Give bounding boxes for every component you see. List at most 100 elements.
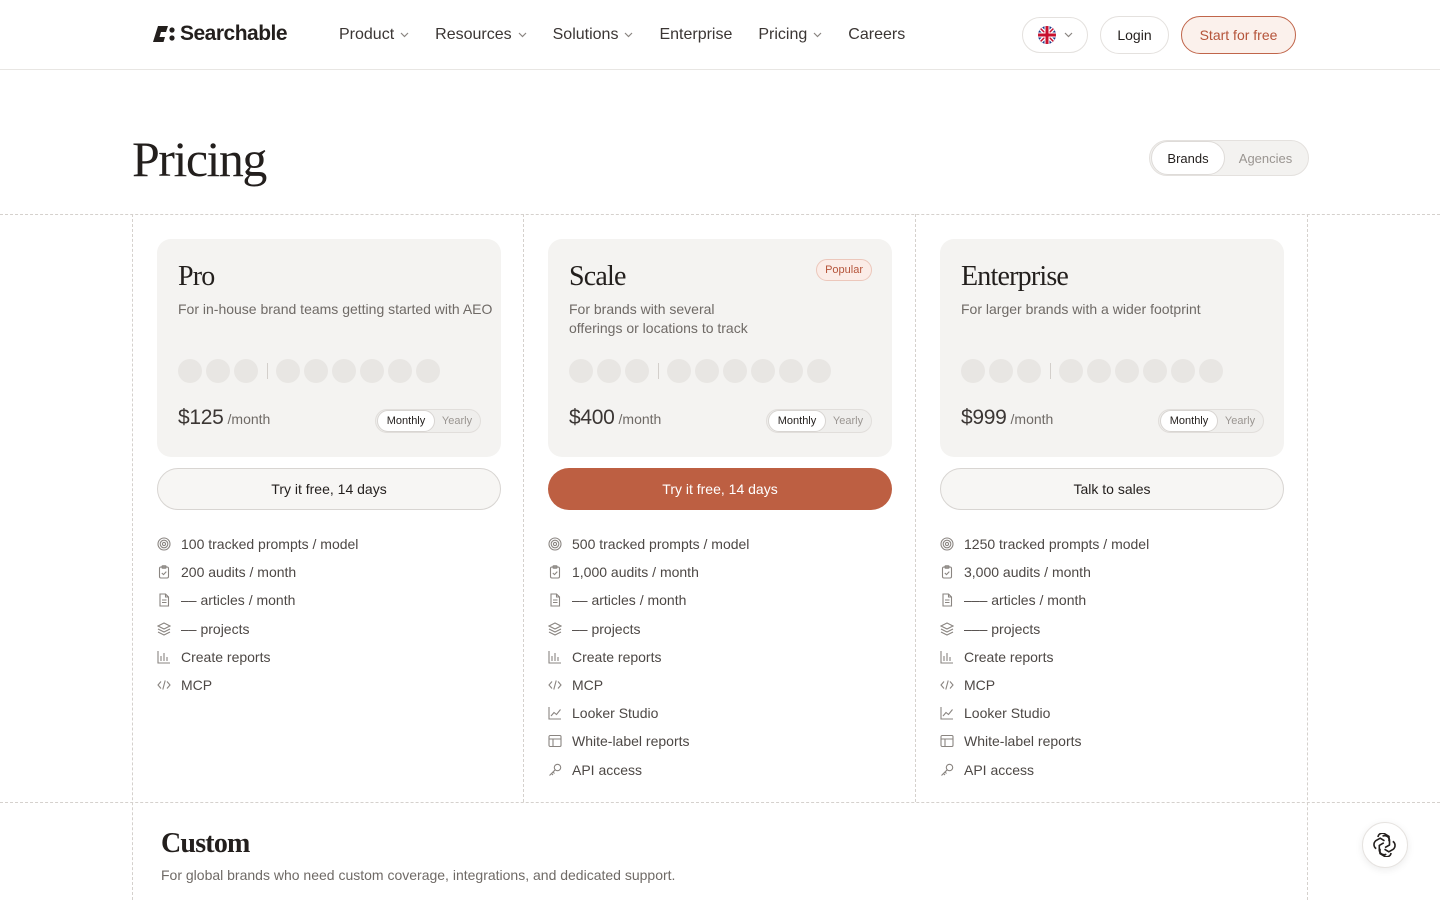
- feature-list: 500 tracked prompts / model 1,000 audits…: [548, 530, 749, 784]
- model-icon: [667, 359, 691, 383]
- plan-scale: Scale For brands with several offerings …: [548, 239, 892, 778]
- model-icon: [332, 359, 356, 383]
- try-free-button[interactable]: Try it free, 14 days: [157, 468, 501, 510]
- billing-monthly[interactable]: Monthly: [377, 410, 435, 432]
- model-icon: [597, 359, 621, 383]
- start-for-free-button[interactable]: Start for free: [1181, 16, 1296, 54]
- bar-chart-icon: [157, 650, 170, 664]
- chevron-down-icon: [813, 32, 822, 38]
- feature-text: –– projects: [572, 620, 641, 637]
- custom-plan-title: Custom: [161, 828, 250, 859]
- plan-price: $125 /month: [178, 406, 270, 430]
- feature-item: MCP: [940, 671, 1149, 699]
- divider: [523, 214, 524, 802]
- try-free-button[interactable]: Try it free, 14 days: [548, 468, 892, 510]
- separator: [1050, 363, 1051, 379]
- clipboard-check-icon: [549, 565, 561, 579]
- feature-text: API access: [964, 761, 1035, 778]
- nav-item-resources[interactable]: Resources: [435, 26, 527, 44]
- plan-pro: Pro For in-house brand teams getting sta…: [157, 239, 501, 693]
- billing-toggle: Monthly Yearly: [766, 409, 872, 433]
- nav-item-careers[interactable]: Careers: [848, 26, 905, 44]
- model-icon: [961, 359, 985, 383]
- model-icon: [1087, 359, 1111, 383]
- model-icon: [1017, 359, 1041, 383]
- site-header: Searchable Product Resources Solutions E…: [0, 0, 1440, 70]
- plan-description-line: For brands with several: [569, 301, 715, 317]
- billing-monthly[interactable]: Monthly: [768, 410, 826, 432]
- talk-to-sales-button[interactable]: Talk to sales: [940, 468, 1284, 510]
- feature-item: White-label reports: [548, 727, 749, 755]
- nav-item-enterprise[interactable]: Enterprise: [659, 26, 732, 44]
- chevron-down-icon: [1064, 32, 1072, 38]
- feature-text: 3,000 audits / month: [964, 564, 1091, 581]
- language-selector[interactable]: [1022, 17, 1088, 53]
- model-icon: [1171, 359, 1195, 383]
- feature-text: White-label reports: [572, 733, 690, 750]
- target-icon: [940, 537, 954, 551]
- chat-assistant-button[interactable]: [1362, 822, 1408, 868]
- billing-yearly[interactable]: Yearly: [826, 410, 870, 432]
- plan-enterprise: Enterprise For larger brands with a wide…: [940, 239, 1284, 778]
- feature-item: ––– projects: [940, 615, 1149, 643]
- billing-monthly[interactable]: Monthly: [1160, 410, 1218, 432]
- feature-item: API access: [940, 756, 1149, 784]
- divider: [915, 214, 916, 802]
- chevron-down-icon: [625, 32, 633, 38]
- plan-description: For brands with several offerings or loc…: [569, 300, 748, 338]
- plan-name: Scale: [569, 261, 626, 292]
- feature-text: ––– projects: [964, 620, 1041, 637]
- nav-label: Pricing: [758, 26, 808, 43]
- feature-item: –– projects: [548, 615, 749, 643]
- price-amount: $400: [569, 406, 615, 429]
- price-period: /month: [618, 411, 662, 427]
- divider: [1307, 214, 1308, 900]
- layers-icon: [157, 622, 171, 636]
- logo[interactable]: Searchable: [152, 22, 288, 46]
- feature-item: Looker Studio: [940, 699, 1149, 727]
- model-icon: [304, 359, 328, 383]
- feature-item: 500 tracked prompts / model: [548, 530, 749, 558]
- model-icon: [569, 359, 593, 383]
- key-icon: [941, 763, 954, 776]
- billing-yearly[interactable]: Yearly: [435, 410, 479, 432]
- billing-toggle: Monthly Yearly: [1158, 409, 1264, 433]
- target-icon: [157, 537, 171, 551]
- feature-item: Create reports: [940, 643, 1149, 671]
- model-icon: [416, 359, 440, 383]
- feature-item: –– articles / month: [157, 586, 358, 614]
- model-icon: [388, 359, 412, 383]
- feature-item: –– projects: [157, 615, 358, 643]
- document-icon: [159, 593, 170, 608]
- divider: [132, 214, 133, 900]
- divider: [0, 802, 1440, 803]
- nav-item-solutions[interactable]: Solutions: [553, 26, 634, 44]
- audience-option-agencies[interactable]: Agencies: [1225, 141, 1306, 175]
- plan-description: For larger brands with a wider footprint: [961, 301, 1201, 317]
- feature-text: API access: [572, 761, 643, 778]
- feature-text: 1250 tracked prompts / model: [964, 536, 1150, 553]
- model-icon: [1199, 359, 1223, 383]
- billing-yearly[interactable]: Yearly: [1218, 410, 1262, 432]
- feature-item: Create reports: [548, 643, 749, 671]
- billing-toggle: Monthly Yearly: [375, 409, 481, 433]
- feature-text: 100 tracked prompts / model: [181, 536, 359, 553]
- audience-option-brands[interactable]: Brands: [1151, 141, 1226, 175]
- separator: [267, 363, 268, 379]
- feature-item: Looker Studio: [548, 699, 749, 727]
- feature-text: 1,000 audits / month: [572, 564, 699, 581]
- feature-text: –– projects: [181, 620, 250, 637]
- nav-item-pricing[interactable]: Pricing: [758, 26, 822, 44]
- login-button[interactable]: Login: [1100, 16, 1169, 54]
- page-title: Pricing: [132, 131, 267, 187]
- line-chart-icon: [940, 707, 953, 720]
- key-icon: [549, 763, 562, 776]
- uk-flag-icon: [1037, 26, 1056, 44]
- nav-item-product[interactable]: Product: [339, 26, 409, 44]
- plan-name: Enterprise: [961, 261, 1069, 292]
- model-icon: [779, 359, 803, 383]
- feature-item: API access: [548, 756, 749, 784]
- price-amount: $999: [961, 406, 1007, 429]
- feature-text: ––– articles / month: [964, 592, 1087, 609]
- plan-price: $400 /month: [569, 406, 661, 430]
